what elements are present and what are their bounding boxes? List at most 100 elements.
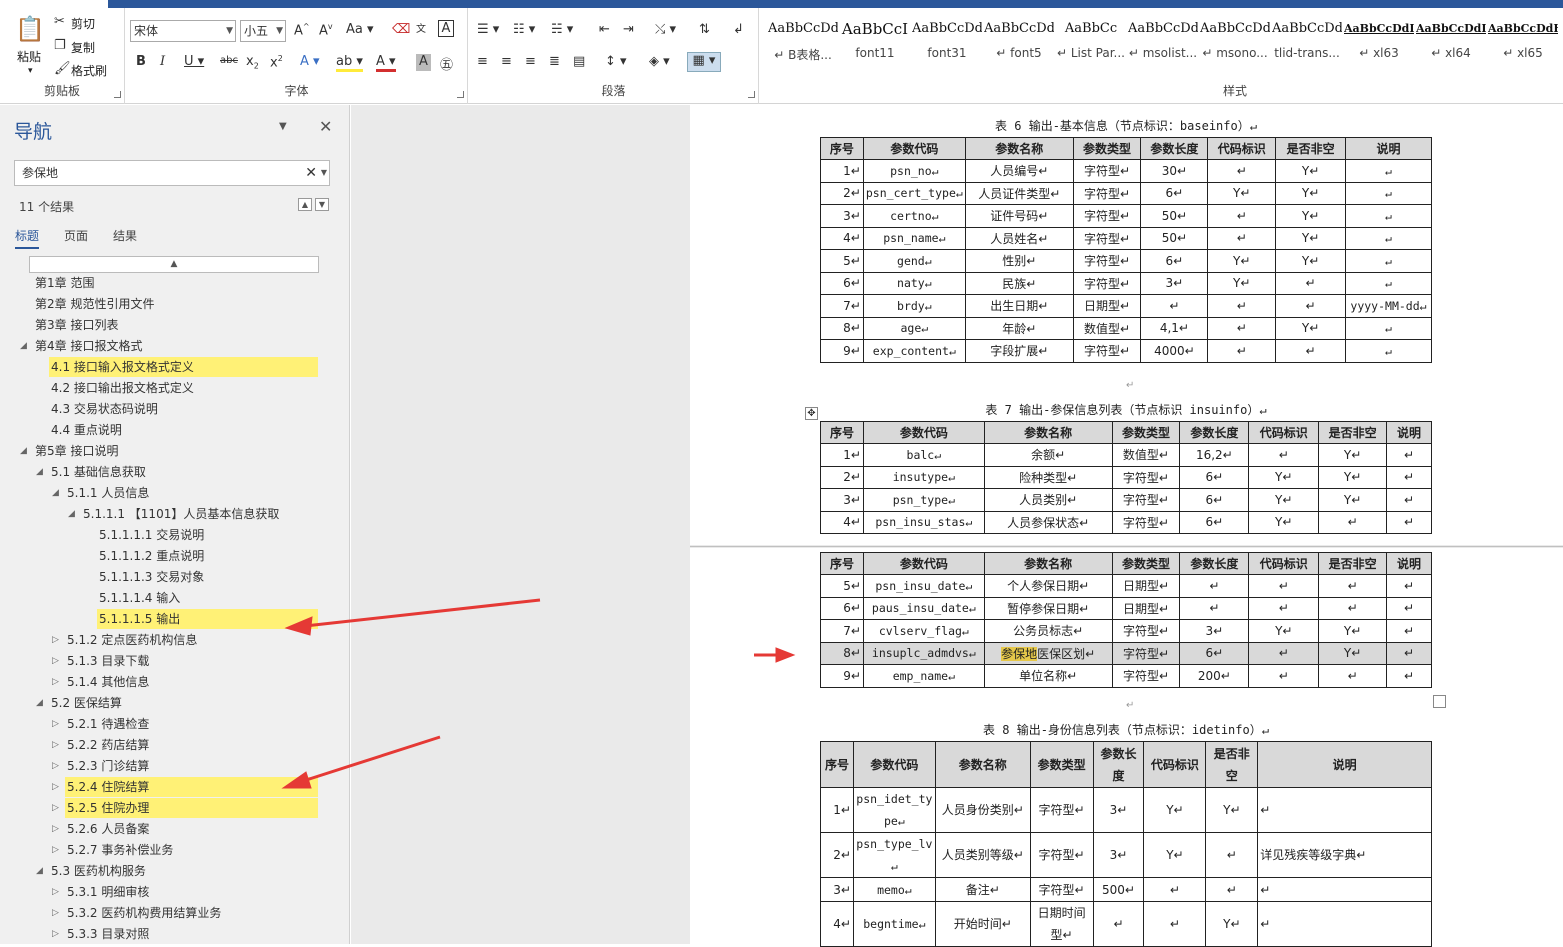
expand-icon[interactable]: ▷: [52, 756, 59, 776]
clipboard-launcher-icon[interactable]: [114, 91, 121, 98]
table-cell[interactable]: Y↵: [1318, 619, 1388, 643]
nav-heading-item[interactable]: 第4章 接口报文格式: [33, 336, 142, 356]
table-cell[interactable]: 字符型↵: [1072, 249, 1142, 273]
table-cell[interactable]: 人员证件类型↵: [964, 181, 1074, 205]
nav-heading-item[interactable]: 5.1.1 人员信息: [65, 483, 149, 503]
clear-format-icon[interactable]: ⌫: [392, 22, 410, 37]
nav-heading-item[interactable]: 5.1.4 其他信息: [65, 672, 149, 692]
table-cell[interactable]: ↵: [1140, 294, 1209, 318]
collapse-icon[interactable]: ◢: [20, 336, 27, 356]
table-cell[interactable]: ↵: [1345, 271, 1432, 295]
nav-heading-item[interactable]: 5.1.1.1.2 重点说明: [97, 546, 204, 566]
table-cell[interactable]: 日期时间型↵: [1029, 901, 1094, 947]
font-name-combo[interactable]: 宋体 ▼: [130, 20, 236, 42]
table-cell[interactable]: 性别↵: [964, 249, 1074, 273]
numbering-icon[interactable]: ☷ ▾: [513, 22, 535, 37]
style-item[interactable]: AaBbCcDdE ↵ font5: [984, 16, 1054, 72]
prev-result-icon[interactable]: ▲: [298, 198, 312, 211]
table-cell[interactable]: 4↵: [820, 901, 854, 947]
table-cell[interactable]: 险种类型↵: [983, 465, 1113, 489]
table-cell[interactable]: 字符型↵: [1072, 159, 1142, 183]
table-cell[interactable]: 6↵: [820, 271, 864, 295]
table-cell[interactable]: 2↵: [820, 832, 854, 878]
table-cell[interactable]: Y↵: [1143, 787, 1207, 833]
table-cell[interactable]: 4000↵: [1140, 339, 1209, 363]
char-border-icon[interactable]: A: [438, 20, 454, 37]
nav-heading-item[interactable]: 5.3.3 目录对照: [65, 924, 149, 944]
table-cell[interactable]: ↵: [1205, 877, 1259, 902]
table-cell[interactable]: 字段扩展↵: [964, 339, 1074, 363]
table-cell[interactable]: Y↵: [1205, 787, 1259, 833]
table-cell[interactable]: ↵: [1345, 249, 1432, 273]
expand-icon[interactable]: ▷: [52, 735, 59, 755]
table-cell[interactable]: paus_insu_date↵: [862, 596, 985, 620]
table-cell[interactable]: 日期型↵: [1111, 596, 1181, 620]
nav-heading-item[interactable]: 5.1 基础信息获取: [49, 462, 146, 482]
nav-heading-item[interactable]: 5.2.5 住院办理: [65, 798, 318, 818]
table-cell[interactable]: 1↵: [820, 443, 864, 467]
table-cell[interactable]: ↵: [1179, 574, 1250, 598]
shrink-font-icon[interactable]: Av: [319, 22, 333, 38]
table-cell[interactable]: Y↵: [1318, 641, 1388, 665]
table-cell[interactable]: 字符型↵: [1111, 488, 1181, 512]
style-item[interactable]: AaBbCcDd font31: [912, 16, 982, 72]
table-cell[interactable]: psn_idet_type↵: [852, 787, 936, 833]
table-cell[interactable]: 6↵: [1140, 181, 1209, 205]
expand-icon[interactable]: ▷: [52, 798, 59, 818]
table-cell[interactable]: 9↵: [820, 339, 864, 363]
table-cell[interactable]: ↵: [1386, 443, 1432, 467]
strikethrough-icon[interactable]: abc: [220, 55, 238, 66]
table-cell[interactable]: Y↵: [1207, 271, 1277, 295]
table-cell[interactable]: ↵: [1207, 339, 1277, 363]
table-cell[interactable]: 6↵: [1179, 510, 1250, 534]
table-cell[interactable]: Y↵: [1248, 510, 1320, 534]
nav-heading-item[interactable]: 4.4 重点说明: [49, 420, 122, 440]
table-cell[interactable]: ↵: [1386, 619, 1432, 643]
table-cell[interactable]: 2↵: [820, 465, 864, 489]
table-cell[interactable]: exp_content↵: [862, 339, 966, 363]
table-cell[interactable]: psn_type↵: [862, 488, 985, 512]
table-cell[interactable]: 证件号码↵: [964, 204, 1074, 228]
table-cell[interactable]: ↵: [1207, 226, 1277, 250]
nav-heading-item[interactable]: 5.1.1.1.3 交易对象: [97, 567, 204, 587]
table-cell[interactable]: 500↵: [1092, 877, 1145, 902]
nav-heading-item[interactable]: 5.2.6 人员备案: [65, 819, 149, 839]
table-cell[interactable]: 人员身份类别↵: [934, 787, 1031, 833]
table-cell[interactable]: Y↵: [1205, 901, 1259, 947]
italic-icon[interactable]: I: [160, 54, 165, 69]
nav-heading-item[interactable]: 5.1.1.1 【1101】人员基本信息获取: [81, 504, 279, 524]
table-cell[interactable]: psn_no↵: [862, 159, 966, 183]
highlight-color-icon[interactable]: ab ▾: [336, 54, 363, 72]
nav-heading-item[interactable]: 4.1 接口输入报文格式定义: [49, 357, 318, 377]
table-cell[interactable]: 公务员标志↵: [983, 619, 1113, 643]
table-cell[interactable]: Y↵: [1275, 204, 1346, 228]
table-cell[interactable]: Y↵: [1275, 181, 1346, 205]
table-cell[interactable]: 3↵: [820, 877, 854, 902]
table-cell[interactable]: 3↵: [1092, 787, 1145, 833]
collapse-icon[interactable]: ◢: [36, 693, 43, 713]
table-cell[interactable]: ↵: [1275, 294, 1346, 318]
style-item[interactable]: AaBbCcDdEe ↵ xl65: [1488, 16, 1558, 72]
next-result-icon[interactable]: ▼: [315, 198, 329, 211]
nav-heading-item[interactable]: 4.3 交易状态码说明: [49, 399, 158, 419]
change-case-icon[interactable]: Aa ▾: [346, 22, 374, 37]
table-cell[interactable]: Y↵: [1318, 488, 1388, 512]
distributed-icon[interactable]: ▤: [573, 54, 585, 69]
table-cell[interactable]: ↵: [1179, 596, 1250, 620]
table-cell[interactable]: ↵: [1386, 664, 1432, 688]
table-cell[interactable]: ↵: [1345, 159, 1432, 183]
table-cell[interactable]: 50↵: [1140, 226, 1209, 250]
table-cell[interactable]: Y↵: [1248, 619, 1320, 643]
table-cell[interactable]: 备注↵: [934, 877, 1031, 902]
table-cell[interactable]: naty↵: [862, 271, 966, 295]
table-cell[interactable]: ↵: [1275, 271, 1346, 295]
table-cell[interactable]: 开始时间↵: [934, 901, 1031, 947]
table-cell[interactable]: 6↵: [1179, 641, 1250, 665]
nav-heading-item[interactable]: 第5章 接口说明: [33, 441, 118, 461]
nav-heading-item[interactable]: 5.2 医保结算: [49, 693, 122, 713]
table-cell[interactable]: 余额↵: [983, 443, 1113, 467]
collapse-icon[interactable]: ◢: [36, 462, 43, 482]
align-right-icon[interactable]: ≡: [525, 54, 536, 69]
paste-icon[interactable]: 📋: [15, 14, 45, 44]
table-cell[interactable]: 5↵: [820, 249, 864, 273]
